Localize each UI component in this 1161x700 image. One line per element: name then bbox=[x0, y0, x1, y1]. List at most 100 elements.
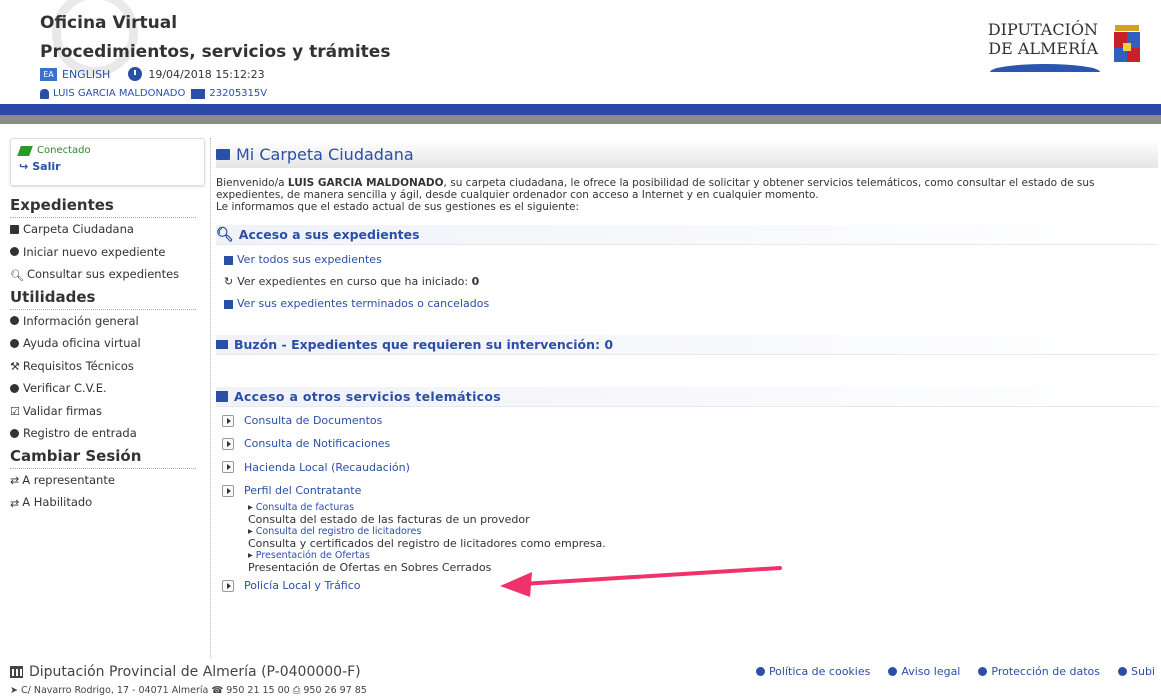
expand-icon bbox=[222, 484, 234, 497]
app-subtitle: Procedimientos, servicios y trámites bbox=[40, 42, 391, 62]
play-circle-icon bbox=[10, 428, 19, 438]
en-curso-row[interactable]: ↻ Ver expedientes en curso que ha iniciad… bbox=[216, 271, 1158, 293]
gavel-icon bbox=[888, 667, 898, 676]
sidebar-item-verificar[interactable]: Verificar C.V.E. bbox=[10, 377, 205, 400]
address-text: C/ Navarro Rodrigo, 17 - 04071 Almería bbox=[21, 685, 209, 696]
service-perfil-contratante[interactable]: Perfil del Contratante bbox=[216, 479, 1158, 502]
sidebar-item-consultar[interactable]: 🔍︎ Consultar sus expedientes bbox=[10, 263, 205, 286]
sidebar-item-validar[interactable]: ☑ Validar firmas bbox=[10, 400, 205, 423]
link-label: Ver sus expedientes terminados o cancela… bbox=[237, 297, 490, 310]
phone-text: 950 21 15 00 bbox=[226, 685, 290, 696]
footer-links: Política de cookies Aviso legal Protecci… bbox=[755, 665, 1155, 678]
service-label: Consulta de Notificaciones bbox=[244, 437, 391, 451]
help-icon bbox=[10, 338, 19, 348]
sidebar-item-habilitado[interactable]: ⇄ A Habilitado bbox=[10, 491, 205, 514]
sidebar-item-label: A Habilitado bbox=[22, 495, 93, 509]
database-icon bbox=[224, 255, 233, 265]
brand-bar bbox=[0, 104, 1161, 115]
sidebar-item-carpeta[interactable]: Carpeta Ciudadana bbox=[10, 218, 205, 241]
refresh-icon: ↻ bbox=[224, 275, 234, 288]
sidebar-item-info[interactable]: Información general bbox=[10, 310, 205, 333]
service-policia-local[interactable]: Policía Local y Tráfico bbox=[216, 574, 1158, 597]
app-title: Oficina Virtual bbox=[40, 13, 178, 33]
footer-org-text: Diputación Provincial de Almería (P-0400… bbox=[29, 664, 361, 680]
footer: Diputación Provincial de Almería (P-0400… bbox=[0, 660, 1161, 700]
lock-icon bbox=[978, 667, 988, 676]
phone-icon: ☎ bbox=[211, 685, 224, 696]
footer-address: ➤ C/ Navarro Rodrigo, 17 - 04071 Almería… bbox=[10, 685, 367, 696]
service-label: Consulta de Documentos bbox=[244, 414, 383, 428]
service-consulta-notificaciones[interactable]: Consulta de Notificaciones bbox=[216, 432, 1158, 455]
footer-link-aviso[interactable]: Aviso legal bbox=[888, 665, 960, 678]
play-circle-icon bbox=[10, 247, 19, 257]
sidebar: Conectado ↪ Salir Expedientes Carpeta Ci… bbox=[10, 138, 205, 514]
language-icon: EA bbox=[40, 67, 57, 81]
link-label: Ver expedientes en curso que ha iniciado… bbox=[237, 275, 469, 288]
section-expedientes: Expedientes bbox=[10, 186, 196, 218]
ver-todos-link[interactable]: Ver todos sus expedientes bbox=[216, 249, 1158, 271]
sidebar-item-iniciar[interactable]: Iniciar nuevo expediente bbox=[10, 241, 205, 264]
welcome-body2: Le informamos que el estado actual de su… bbox=[216, 201, 580, 213]
footer-link-label: Aviso legal bbox=[901, 665, 961, 678]
section-cambiar-sesion: Cambiar Sesión bbox=[10, 445, 196, 469]
sub-desc-licitadores: Consulta y certificados del registro de … bbox=[248, 537, 606, 551]
user-name: LUIS GARCIA MALDONADO bbox=[53, 88, 186, 99]
section-title: Acceso a sus expedientes bbox=[238, 227, 420, 242]
id-card-icon bbox=[191, 88, 206, 99]
sub-desc-facturas: Consulta del estado de las facturas de u… bbox=[248, 513, 530, 527]
footer-link-cookies[interactable]: Política de cookies bbox=[755, 665, 870, 678]
coat-of-arms-icon bbox=[1114, 25, 1140, 62]
sidebar-item-representante[interactable]: ⇄ A representante bbox=[10, 469, 205, 492]
language-link[interactable]: ENGLISH bbox=[62, 68, 110, 81]
sidebar-item-label: Validar firmas bbox=[22, 403, 103, 418]
sidebar-item-registro[interactable]: Registro de entrada bbox=[10, 422, 205, 445]
institution-icon bbox=[10, 666, 23, 678]
expand-icon bbox=[222, 414, 234, 427]
watermark-logo bbox=[52, 0, 138, 76]
sub-desc-ofertas: Presentación de Ofertas en Sobres Cerrad… bbox=[248, 561, 492, 575]
service-label: Perfil del Contratante bbox=[244, 484, 362, 498]
terminados-link[interactable]: Ver sus expedientes terminados o cancela… bbox=[216, 293, 1158, 315]
user-icon bbox=[40, 88, 49, 99]
session-box: Conectado ↪ Salir bbox=[10, 138, 205, 186]
buzon-count: 0 bbox=[604, 337, 614, 352]
fax-icon: ⎙ bbox=[292, 685, 301, 696]
en-curso-count: 0 bbox=[471, 275, 480, 288]
section-otros: Acceso a otros servicios telemáticos bbox=[216, 387, 1158, 407]
sidebar-item-requisitos[interactable]: ⚒ Requisitos Técnicos bbox=[10, 355, 205, 378]
inbox-icon bbox=[216, 340, 228, 349]
sidebar-item-label: Iniciar nuevo expediente bbox=[23, 244, 166, 259]
search-icon: 🔍︎ bbox=[10, 268, 24, 282]
sidebar-item-label: Registro de entrada bbox=[23, 426, 137, 440]
check-square-icon: ☑ bbox=[10, 405, 20, 419]
footer-link-label: Subi bbox=[1131, 665, 1155, 678]
exchange-icon: ⇄ bbox=[10, 496, 20, 510]
datetime: 19/04/2018 15:12:23 bbox=[148, 67, 265, 81]
sidebar-item-label: Verificar C.V.E. bbox=[23, 381, 107, 395]
service-label: Policía Local y Tráfico bbox=[244, 579, 361, 593]
archive-icon bbox=[224, 299, 233, 309]
footer-link-subir[interactable]: Subi bbox=[1118, 665, 1155, 678]
service-consulta-documentos[interactable]: Consulta de Documentos bbox=[216, 409, 1158, 432]
user-id: 23205315V bbox=[209, 88, 268, 99]
footer-org: Diputación Provincial de Almería (P-0400… bbox=[10, 664, 361, 680]
welcome-prefix: Bienvenido/a bbox=[216, 177, 285, 189]
page-title-text: Mi Carpeta Ciudadana bbox=[236, 144, 414, 164]
org-line2: DE ALMERÍA bbox=[988, 39, 1098, 58]
org-logo-swoosh bbox=[990, 64, 1100, 72]
welcome-name: LUIS GARCIA MALDONADO bbox=[287, 177, 444, 189]
plug-icon bbox=[17, 145, 33, 156]
main-content: Mi Carpeta Ciudadana Bienvenido/a LUIS G… bbox=[216, 140, 1158, 597]
logout-button[interactable]: ↪ Salir bbox=[19, 160, 196, 173]
service-hacienda-local[interactable]: Hacienda Local (Recaudación) bbox=[216, 456, 1158, 479]
gray-bar bbox=[0, 115, 1161, 124]
section-buzon[interactable]: Buzón - Expedientes que requieren su int… bbox=[216, 335, 1158, 355]
user-info: LUIS GARCIA MALDONADO 23205315V bbox=[40, 88, 267, 99]
footer-link-proteccion[interactable]: Protección de datos bbox=[978, 665, 1100, 678]
exchange-icon: ⇄ bbox=[10, 474, 20, 488]
fax-text: 950 26 97 85 bbox=[303, 685, 367, 696]
sidebar-item-label: Ayuda oficina virtual bbox=[23, 336, 141, 350]
org-logo-text: DIPUTACIÓN DE ALMERÍA bbox=[960, 20, 1098, 58]
sidebar-item-ayuda[interactable]: Ayuda oficina virtual bbox=[10, 332, 205, 355]
wrench-icon: ⚒ bbox=[10, 360, 20, 374]
